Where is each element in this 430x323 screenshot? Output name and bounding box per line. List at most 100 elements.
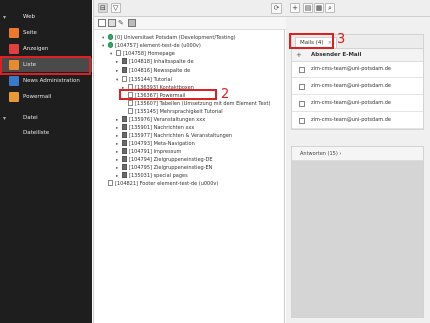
column-header-sender[interactable]: Absender E-Mail [311,52,361,58]
sender-email: zim-cms-team@uni-potsdam.de [311,100,391,106]
plus-icon: + [292,4,298,12]
tree-node[interactable]: ▸ [104793] Meta-Navigation [116,140,195,148]
page-tree-new-toolbar: ✎ [94,17,286,30]
search-icon: ⌕ [328,4,332,12]
tree-node[interactable]: ▸ [104795] Zielgruppeneinstieg-EN [116,164,212,172]
tree-node-root[interactable]: ▾ [0] Universitaet Potsdam (Development/T… [102,34,236,42]
refresh-button[interactable]: ⟳ [271,3,282,14]
module-group-web[interactable]: ▾ Web [0,13,92,23]
annotation-number-3: 3 [337,32,346,47]
sysfolder-icon[interactable] [128,19,136,27]
tree-node[interactable]: ▾ [135144] Tutorial [116,76,172,84]
page-tree-panel: ⊟ ▽ ⟳ ✎ ▾ [0] Universitaet Potsdam (Devel… [93,0,286,323]
folder-icon [122,67,127,73]
tree-node-label: [135144] Tutorial [129,77,172,83]
tree-node-label: [104791] Impressum [129,149,182,155]
page-icon [128,108,133,114]
table-row[interactable]: zim-cms-team@uni-potsdam.de [292,113,423,129]
answers-header[interactable]: Antworten (15) › [292,147,423,161]
page-tree-toolbar: ⊟ ▽ ⟳ [94,0,286,17]
module-item-seite[interactable]: Seite [0,26,92,40]
chevron-down-icon: ▾ [3,115,7,122]
page-icon [128,100,133,106]
content-toolbar: + ▤ ▦ ⌕ [286,0,430,17]
tree-node-label: [104794] Zielgruppeneinstieg-DE [129,157,213,163]
tree-node[interactable]: [135145] Mehrsprachigkeit Tutorial [122,108,223,116]
tree-node-label: [135976] Veranstaltungen xxx [129,117,206,123]
tree-node-label: [104793] Meta-Navigation [129,141,195,147]
folder-icon [122,58,127,64]
filter-button[interactable]: ▽ [111,3,121,13]
answers-label: Antworten (15) [300,151,338,157]
tree-node[interactable]: ▸ [104818] Inhaltsspalte de [116,58,194,66]
module-item-label: Anzeigen [23,46,49,52]
tree-node-label: [135031] special pages [129,173,188,179]
tree-node[interactable]: ▸ [104794] Zielgruppeneinstieg-DE [116,156,213,164]
view-button[interactable]: ▤ [303,3,313,13]
clipboard-button[interactable]: ▦ [314,3,324,13]
mail-icon [299,67,305,73]
folder-icon [122,164,127,170]
folder-icon [122,116,127,122]
sender-email: zim-cms-team@uni-potsdam.de [311,117,391,123]
tree-node[interactable]: [104821] Footer element-test-de (u000v) [102,180,218,188]
table-row[interactable]: zim-cms-team@uni-potsdam.de [292,79,423,95]
annotation-box-3 [289,33,334,49]
folder-icon [122,172,127,178]
module-item-label: News Administration [23,78,80,84]
plus-icon[interactable]: + [296,51,302,59]
tree-node-label: [104821] Footer element-test-de (u000v) [115,181,219,187]
annotation-box-2 [119,89,217,100]
page-icon [108,180,113,186]
powermail-module-icon [9,92,19,102]
module-group-title: Datei [23,115,38,121]
site-root-icon [108,42,113,48]
annotation-number-2: 2 [221,87,230,102]
tree-node[interactable]: ▸ [135976] Veranstaltungen xxx [116,116,205,124]
tree-node[interactable]: ▸ [135031] special pages [116,172,188,180]
folder-icon [122,140,127,146]
module-item-news-administration[interactable]: News Administration [0,74,92,88]
chevron-right-icon: › [339,151,342,157]
tree-node-label: [104795] Zielgruppeneinstieg-EN [129,165,213,171]
tree-node-label: [135607] Tabellen (Umsetzung mit dem Ele… [135,101,271,107]
filter-icon: ▽ [113,4,119,12]
tree-node-label: [135145] Mehrsprachigkeit Tutorial [135,109,223,115]
module-item-dateiliste[interactable]: Dateiliste [23,130,49,136]
table-row[interactable]: zim-cms-team@uni-potsdam.de [292,62,423,78]
tree-node-label: [104818] Inhaltsspalte de [129,59,194,65]
tree-node[interactable]: ▾ [104758] Homepage [110,50,175,58]
mail-icon [299,84,305,90]
tree-node[interactable]: ▸ [104816] Newsspalte de [116,67,190,75]
table-header: + Absender E-Mail [292,49,423,62]
tree-node-label: [104757] element-test-de (u000v) [115,43,201,49]
view-module-icon [9,44,19,54]
tree-node-label: [0] Universitaet Potsdam (Development/Te… [115,35,236,41]
tree-node[interactable]: ▾ [104757] element-test-de (u000v) [102,42,201,50]
folder-icon [122,124,127,130]
module-item-label: Seite [23,30,37,36]
module-item-powermail[interactable]: Powermail [0,90,92,104]
sender-email: zim-cms-team@uni-potsdam.de [311,66,391,72]
folder-icon [122,132,127,138]
tree-node-label: [104758] Homepage [123,51,175,57]
module-item-anzeigen[interactable]: Anzeigen [0,42,92,56]
tree-icon: ⊟ [100,4,106,12]
mail-icon [299,101,305,107]
add-button[interactable]: + [290,3,300,13]
tree-node[interactable]: ▸ [104791] Impressum [116,148,181,156]
module-group-datei[interactable]: ▾ Datei [0,114,92,124]
typo3-backend: ▾ Web Seite Anzeigen Liste News Administ… [0,0,430,323]
answers-panel: Antworten (15) › [291,146,424,318]
table-row[interactable]: zim-cms-team@uni-potsdam.de [292,96,423,112]
news-module-icon [9,76,19,86]
link-page-icon[interactable]: ✎ [118,19,126,27]
new-page-icon[interactable] [98,19,106,27]
search-button[interactable]: ⌕ [325,3,335,13]
page-tree-view-button[interactable]: ⊟ [98,3,108,13]
tree-node[interactable]: [135607] Tabellen (Umsetzung mit dem Ele… [122,100,270,108]
page-icon [122,76,127,82]
tree-node[interactable]: ▸ [135901] Nachrichten xxx [116,124,194,132]
tree-node[interactable]: ▸ [135977] Nachrichten & Veranstaltungen [116,132,232,140]
new-folder-icon[interactable] [108,19,116,27]
